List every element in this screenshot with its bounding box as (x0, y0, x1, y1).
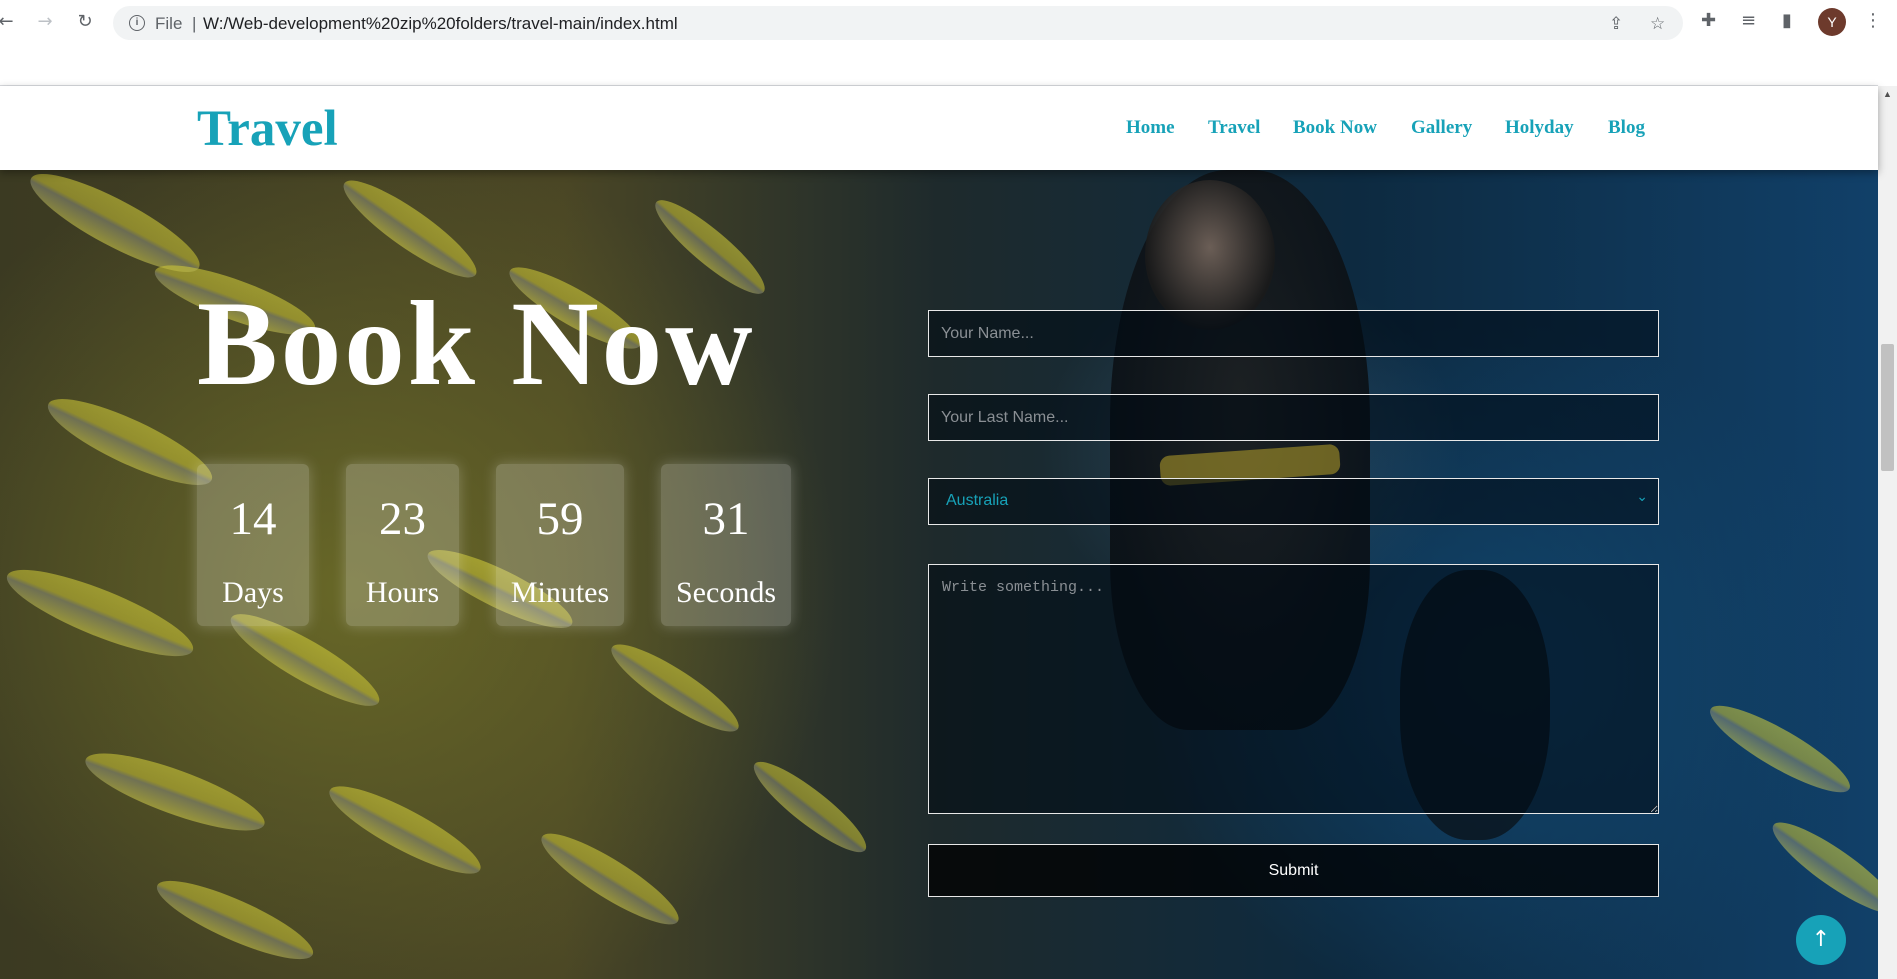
countdown-value: 59 (536, 493, 584, 545)
site-logo[interactable]: Travel (197, 100, 338, 158)
back-icon[interactable]: ← (0, 10, 18, 34)
browser-menu-icon[interactable]: ⋮ (1864, 10, 1882, 31)
info-icon[interactable]: i (129, 15, 145, 31)
url-text[interactable]: W:/Web-development%20zip%20folders/trave… (203, 14, 678, 34)
book-now-section: Book Now 14 Days 23 Hours 59 Minutes 31 … (0, 170, 1878, 979)
reload-icon[interactable]: ↻ (73, 10, 97, 34)
nav-book-now[interactable]: Book Now (1293, 117, 1377, 139)
site-header: Travel Home Travel Book Now Gallery Holy… (0, 86, 1878, 170)
countdown-label: Minutes (510, 576, 610, 609)
address-bar[interactable]: i File | W:/Web-development%20zip%20fold… (113, 6, 1683, 40)
share-icon[interactable]: ⇪ (1609, 14, 1623, 34)
countdown-minutes: 59 Minutes (496, 464, 624, 626)
nav-home[interactable]: Home (1126, 117, 1175, 139)
media-control-icon[interactable]: ≡ (1741, 10, 1756, 31)
countdown-days: 14 Days (197, 464, 309, 626)
first-name-input[interactable] (928, 310, 1659, 357)
country-select-value: Australia (946, 492, 1009, 509)
nav-gallery[interactable]: Gallery (1411, 117, 1472, 139)
url-scheme: File (155, 14, 183, 33)
countdown-label: Days (222, 576, 284, 609)
countdown-value: 14 (229, 493, 277, 545)
url-separator: | (192, 14, 197, 33)
countdown-label: Hours (365, 576, 440, 609)
countdown-hours: 23 Hours (346, 464, 459, 626)
country-select[interactable]: Australia ⌄ (928, 478, 1659, 525)
section-title: Book Now (197, 277, 756, 411)
last-name-input[interactable] (928, 394, 1659, 441)
countdown-seconds: 31 Seconds (661, 464, 791, 626)
browser-toolbar: ← → ↻ i File | W:/Web-development%20zip%… (0, 0, 1897, 45)
message-textarea[interactable] (928, 564, 1659, 814)
arrow-up-icon: ↑ (1811, 927, 1831, 952)
scroll-up-arrow-icon[interactable]: ▲ (1883, 89, 1892, 99)
chevron-down-icon: ⌄ (1636, 489, 1648, 505)
submit-button[interactable]: Submit (928, 844, 1659, 897)
countdown-value: 31 (702, 493, 750, 545)
nav-travel[interactable]: Travel (1208, 117, 1260, 139)
extensions-icon[interactable]: ✚ (1701, 10, 1716, 31)
countdown-label: Seconds (676, 576, 776, 609)
countdown-value: 23 (379, 493, 426, 545)
page-scrollbar[interactable] (1878, 86, 1897, 979)
scroll-to-top-button[interactable]: ↑ (1796, 915, 1846, 965)
bookmark-star-icon[interactable]: ☆ (1650, 14, 1665, 34)
nav-holyday[interactable]: Holyday (1505, 117, 1574, 139)
profile-avatar[interactable]: Y (1818, 8, 1846, 36)
scrollbar-thumb[interactable] (1881, 344, 1894, 471)
nav-blog[interactable]: Blog (1608, 117, 1645, 139)
forward-icon[interactable]: → (33, 10, 57, 34)
side-panel-icon[interactable]: ▮ (1782, 10, 1792, 31)
